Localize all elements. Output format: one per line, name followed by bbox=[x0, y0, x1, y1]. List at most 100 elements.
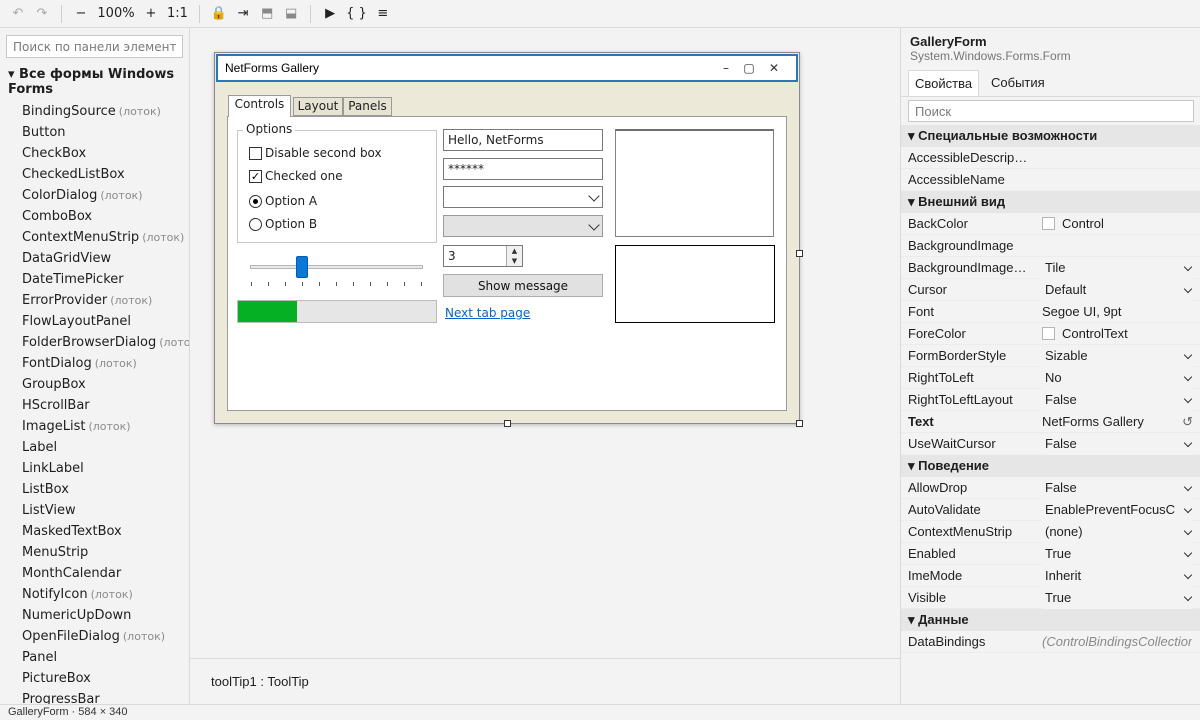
property-value[interactable]: False bbox=[1042, 433, 1192, 455]
toolbox-item-menustrip[interactable]: MenuStrip bbox=[22, 542, 189, 563]
property-row[interactable]: BackColor Control bbox=[901, 213, 1200, 235]
toolbox-item-flowlayoutpanel[interactable]: FlowLayoutPanel bbox=[22, 311, 189, 332]
lock-icon[interactable]: 🔒 bbox=[207, 2, 231, 26]
next-tab-link[interactable]: Next tab page bbox=[445, 306, 530, 320]
property-row[interactable]: BackgroundImage… Tile bbox=[901, 257, 1200, 279]
menu-icon[interactable]: ≡ bbox=[371, 2, 395, 26]
toolbox-item-panel[interactable]: Panel bbox=[22, 647, 189, 668]
property-row[interactable]: DataBindings (ControlBindingsCollection) bbox=[901, 631, 1200, 653]
property-row[interactable]: FormBorderStyle Sizable bbox=[901, 345, 1200, 367]
property-row[interactable]: AllowDrop False bbox=[901, 477, 1200, 499]
property-value[interactable]: ControlText bbox=[1042, 323, 1192, 345]
toolbox-item-imagelist[interactable]: ImageList (лоток) bbox=[22, 416, 189, 437]
align-top-icon[interactable]: ⬒ bbox=[255, 2, 279, 26]
zoom-out-button[interactable]: − bbox=[69, 2, 93, 26]
panel[interactable] bbox=[615, 245, 775, 323]
property-value[interactable]: Tile bbox=[1042, 257, 1192, 279]
resize-handle-bottom[interactable] bbox=[504, 420, 511, 427]
property-row[interactable]: Cursor Default bbox=[901, 279, 1200, 301]
property-row[interactable]: ContextMenuStrip (none) bbox=[901, 521, 1200, 543]
property-row[interactable]: Visible True bbox=[901, 587, 1200, 609]
toolbox-item-colordialog[interactable]: ColorDialog (лоток) bbox=[22, 185, 189, 206]
trackbar-thumb[interactable] bbox=[296, 256, 308, 278]
toolbox-item-notifyicon[interactable]: NotifyIcon (лоток) bbox=[22, 584, 189, 605]
run-icon[interactable]: ▶ bbox=[318, 2, 342, 26]
option-b-radio[interactable] bbox=[249, 218, 262, 231]
property-value[interactable]: Control bbox=[1042, 213, 1192, 235]
toolbox-item-linklabel[interactable]: LinkLabel bbox=[22, 458, 189, 479]
property-row[interactable]: AccessibleName bbox=[901, 169, 1200, 191]
property-value[interactable]: True bbox=[1042, 543, 1192, 565]
property-value[interactable]: Default bbox=[1042, 279, 1192, 301]
property-row[interactable]: RightToLeft No bbox=[901, 367, 1200, 389]
toolbox-item-openfiledialog[interactable]: OpenFileDialog (лоток) bbox=[22, 626, 189, 647]
toolbox-item-datetimepicker[interactable]: DateTimePicker bbox=[22, 269, 189, 290]
zoom-level[interactable]: 100% bbox=[93, 2, 139, 26]
property-value[interactable]: Segoe UI, 9pt bbox=[1042, 301, 1192, 323]
resize-handle-corner[interactable] bbox=[796, 420, 803, 427]
property-value[interactable]: False bbox=[1042, 389, 1192, 411]
undo-button[interactable]: ↶ bbox=[6, 2, 30, 26]
reset-icon[interactable]: ↺ bbox=[1182, 411, 1193, 433]
toolbox-item-monthcalendar[interactable]: MonthCalendar bbox=[22, 563, 189, 584]
trackbar[interactable] bbox=[250, 265, 423, 269]
property-value[interactable]: NetForms Gallery bbox=[1042, 411, 1192, 433]
property-row[interactable]: AccessibleDescrip… bbox=[901, 147, 1200, 169]
spin-up-icon[interactable]: ▲ bbox=[506, 246, 522, 256]
properties-search-input[interactable] bbox=[908, 100, 1194, 122]
text-input[interactable]: Hello, NetForms bbox=[443, 129, 603, 151]
tab-controls[interactable]: Controls bbox=[228, 95, 291, 117]
toolbox-item-fontdialog[interactable]: FontDialog (лоток) bbox=[22, 353, 189, 374]
zoom-in-button[interactable]: + bbox=[139, 2, 163, 26]
toolbox-item-listview[interactable]: ListView bbox=[22, 500, 189, 521]
toolbox-item-picturebox[interactable]: PictureBox bbox=[22, 668, 189, 689]
property-row[interactable]: Enabled True bbox=[901, 543, 1200, 565]
property-value[interactable]: EnablePreventFocusC bbox=[1042, 499, 1192, 521]
toolbox-item-listbox[interactable]: ListBox bbox=[22, 479, 189, 500]
toolbox-item-datagridview[interactable]: DataGridView bbox=[22, 248, 189, 269]
property-category[interactable]: ▾ Поведение bbox=[901, 455, 1200, 477]
toolbox-item-checkedlistbox[interactable]: CheckedListBox bbox=[22, 164, 189, 185]
property-category[interactable]: ▾ Специальные возможности bbox=[901, 125, 1200, 147]
toolbox-item-folderbrowserdialog[interactable]: FolderBrowserDialog(лоток) bbox=[22, 332, 189, 353]
toolbox-item-errorprovider[interactable]: ErrorProvider (лоток) bbox=[22, 290, 189, 311]
property-row[interactable]: ForeColor ControlText bbox=[901, 323, 1200, 345]
property-category[interactable]: ▾ Внешний вид bbox=[901, 191, 1200, 213]
tab-layout[interactable]: Layout bbox=[293, 97, 343, 116]
property-value[interactable]: Sizable bbox=[1042, 345, 1192, 367]
toolbox-item-numericupdown[interactable]: NumericUpDown bbox=[22, 605, 189, 626]
toolbox-item-bindingsource[interactable]: BindingSource (лоток) bbox=[22, 101, 189, 122]
property-row[interactable]: UseWaitCursor False bbox=[901, 433, 1200, 455]
toolbox-item-label[interactable]: Label bbox=[22, 437, 189, 458]
align-bottom-icon[interactable]: ⬓ bbox=[279, 2, 303, 26]
property-row[interactable]: BackgroundImage bbox=[901, 235, 1200, 257]
toolbox-item-button[interactable]: Button bbox=[22, 122, 189, 143]
property-value[interactable]: (ControlBindingsCollection) bbox=[1042, 631, 1192, 653]
tray-component[interactable]: toolTip1 : ToolTip bbox=[211, 674, 309, 689]
property-value[interactable]: Inherit bbox=[1042, 565, 1192, 587]
property-value[interactable]: True bbox=[1042, 587, 1192, 609]
view-code-icon[interactable]: { } bbox=[342, 2, 371, 26]
checked-one-checkbox[interactable]: ✓ bbox=[249, 170, 262, 183]
show-message-button[interactable]: Show message bbox=[443, 274, 603, 297]
resize-handle-right[interactable] bbox=[796, 250, 803, 257]
toolbox-item-checkbox[interactable]: CheckBox bbox=[22, 143, 189, 164]
combo-box[interactable] bbox=[443, 186, 603, 208]
property-row[interactable]: ImeMode Inherit bbox=[901, 565, 1200, 587]
disabled-combo-box[interactable] bbox=[443, 215, 603, 237]
spin-down-icon[interactable]: ▼ bbox=[506, 256, 522, 266]
toolbox-item-combobox[interactable]: ComboBox bbox=[22, 206, 189, 227]
property-row[interactable]: AutoValidate EnablePreventFocusC bbox=[901, 499, 1200, 521]
tab-panels[interactable]: Panels bbox=[343, 97, 392, 116]
property-value[interactable]: No bbox=[1042, 367, 1192, 389]
toolbox-item-maskedtextbox[interactable]: MaskedTextBox bbox=[22, 521, 189, 542]
disable-second-box-checkbox[interactable] bbox=[249, 147, 262, 160]
toolbox-item-groupbox[interactable]: GroupBox bbox=[22, 374, 189, 395]
list-box[interactable] bbox=[615, 129, 774, 237]
actual-size-button[interactable]: 1:1 bbox=[163, 2, 192, 26]
toolbox-group-header[interactable]: ▾ Все формы Windows Forms bbox=[8, 67, 184, 97]
redo-button[interactable]: ↷ bbox=[30, 2, 54, 26]
property-value[interactable]: (none) bbox=[1042, 521, 1192, 543]
property-category[interactable]: ▾ Данные bbox=[901, 609, 1200, 631]
tab-order-icon[interactable]: ⇥ bbox=[231, 2, 255, 26]
